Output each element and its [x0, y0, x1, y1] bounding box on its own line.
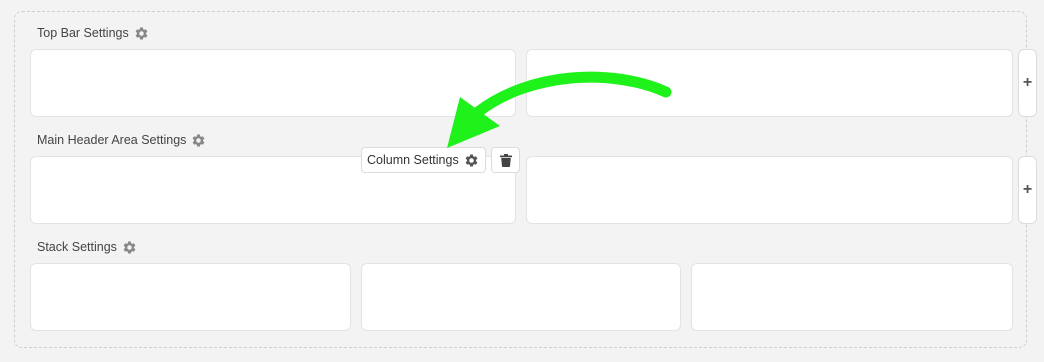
- section-title-top-bar: Top Bar Settings: [37, 26, 129, 40]
- section-title-main-header: Main Header Area Settings: [37, 133, 187, 147]
- gear-icon[interactable]: [134, 26, 149, 41]
- add-column-button-top-bar[interactable]: +: [1018, 49, 1037, 117]
- top-bar-column-2[interactable]: [526, 49, 1013, 117]
- add-column-button-main-header[interactable]: +: [1018, 156, 1037, 224]
- column-settings-label: Column Settings: [367, 153, 459, 167]
- plus-icon: +: [1022, 74, 1033, 91]
- trash-icon: [499, 153, 512, 167]
- plus-icon: +: [1022, 181, 1033, 198]
- section-stack: Stack Settings: [37, 239, 137, 255]
- gear-icon[interactable]: [191, 133, 206, 148]
- stack-column-2[interactable]: [361, 263, 681, 331]
- gear-icon: [464, 153, 479, 168]
- gear-icon[interactable]: [122, 240, 137, 255]
- stack-column-1[interactable]: [30, 263, 351, 331]
- section-title-stack: Stack Settings: [37, 240, 117, 254]
- column-settings-button[interactable]: Column Settings: [361, 147, 486, 173]
- section-main-header: Main Header Area Settings: [37, 132, 206, 148]
- stack-column-3[interactable]: [691, 263, 1013, 331]
- section-top-bar: Top Bar Settings: [37, 25, 149, 41]
- delete-column-button[interactable]: [491, 147, 520, 173]
- main-header-column-2[interactable]: [526, 156, 1013, 224]
- top-bar-column-1[interactable]: [30, 49, 516, 117]
